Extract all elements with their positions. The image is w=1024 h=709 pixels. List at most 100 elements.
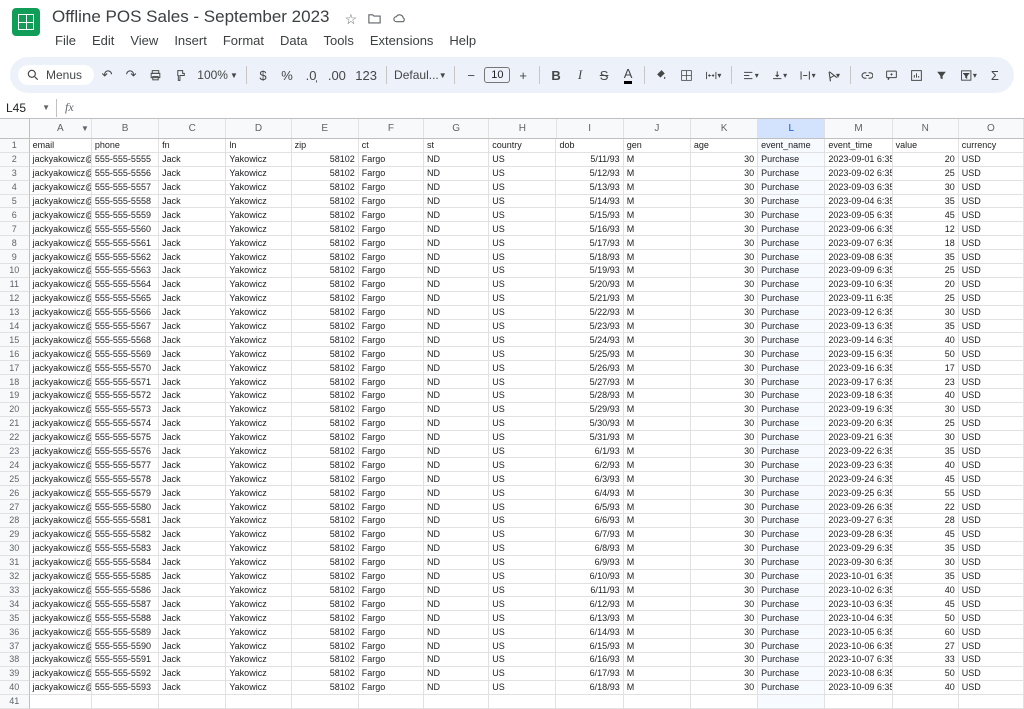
row-header-32[interactable]: 32 bbox=[0, 570, 30, 584]
cell[interactable]: 58102 bbox=[292, 431, 359, 445]
font-family-select[interactable]: Defaul... ▼ bbox=[391, 63, 449, 87]
cell[interactable]: Purchase bbox=[758, 681, 825, 695]
move-folder-icon[interactable] bbox=[367, 11, 382, 28]
cell[interactable]: 2023-09-03 6:35 bbox=[825, 181, 892, 195]
cell[interactable]: jackyakowicz@g bbox=[30, 542, 92, 556]
cell[interactable]: Yakowicz bbox=[226, 222, 291, 236]
cell[interactable]: 58102 bbox=[292, 417, 359, 431]
star-icon[interactable]: ☆ bbox=[345, 11, 358, 28]
col-dropdown-icon[interactable]: ▼ bbox=[81, 124, 89, 133]
row-header-34[interactable]: 34 bbox=[0, 597, 30, 611]
cell[interactable]: 5/31/93 bbox=[556, 431, 623, 445]
cell[interactable]: 58102 bbox=[292, 486, 359, 500]
cell[interactable]: 555-555-5585 bbox=[92, 570, 159, 584]
cell[interactable]: M bbox=[624, 445, 691, 459]
row-header-33[interactable]: 33 bbox=[0, 584, 30, 598]
cell[interactable]: Yakowicz bbox=[226, 625, 291, 639]
cell[interactable]: M bbox=[624, 528, 691, 542]
cell[interactable]: Fargo bbox=[359, 306, 424, 320]
cell[interactable]: Fargo bbox=[359, 514, 424, 528]
cell[interactable]: Jack bbox=[159, 333, 226, 347]
menu-insert[interactable]: Insert bbox=[167, 30, 214, 51]
cell[interactable]: Purchase bbox=[758, 195, 825, 209]
cell[interactable]: Fargo bbox=[359, 445, 424, 459]
cell[interactable]: Purchase bbox=[758, 625, 825, 639]
cell[interactable]: Jack bbox=[159, 500, 226, 514]
cell[interactable]: USD bbox=[959, 597, 1024, 611]
cell[interactable]: US bbox=[489, 208, 556, 222]
cell[interactable]: 555-555-5562 bbox=[92, 250, 159, 264]
cell[interactable]: US bbox=[489, 389, 556, 403]
font-size-increase[interactable]: + bbox=[512, 63, 534, 87]
cell[interactable]: M bbox=[624, 584, 691, 598]
cell[interactable]: Yakowicz bbox=[226, 486, 291, 500]
row-header-18[interactable]: 18 bbox=[0, 375, 30, 389]
cell[interactable]: 60 bbox=[893, 625, 959, 639]
cell[interactable]: 555-555-5583 bbox=[92, 542, 159, 556]
cell[interactable]: 58102 bbox=[292, 375, 359, 389]
cell[interactable]: jackyakowicz@g bbox=[30, 250, 92, 264]
cell[interactable]: 5/19/93 bbox=[556, 264, 623, 278]
cell[interactable]: 555-555-5593 bbox=[92, 681, 159, 695]
cell[interactable]: USD bbox=[959, 153, 1024, 167]
cell[interactable]: 58102 bbox=[292, 542, 359, 556]
name-box[interactable]: L45 ▼ bbox=[0, 99, 57, 117]
cell[interactable]: ND bbox=[424, 320, 489, 334]
cell[interactable]: 5/20/93 bbox=[556, 278, 623, 292]
cell[interactable]: 35 bbox=[893, 542, 959, 556]
insert-comment-button[interactable] bbox=[880, 63, 903, 87]
cell[interactable]: USD bbox=[959, 375, 1024, 389]
cell[interactable]: US bbox=[489, 570, 556, 584]
cell[interactable]: Yakowicz bbox=[226, 458, 291, 472]
cell[interactable]: jackyakowicz@g bbox=[30, 278, 92, 292]
cell[interactable]: 6/8/93 bbox=[556, 542, 623, 556]
cell[interactable]: jackyakowicz@g bbox=[30, 528, 92, 542]
cell[interactable]: Fargo bbox=[359, 597, 424, 611]
cell[interactable]: Fargo bbox=[359, 542, 424, 556]
cell[interactable]: 555-555-5579 bbox=[92, 486, 159, 500]
cell[interactable]: ND bbox=[424, 570, 489, 584]
cell[interactable]: 2023-09-04 6:35 bbox=[825, 195, 892, 209]
cell[interactable]: Yakowicz bbox=[226, 264, 291, 278]
cell[interactable]: ND bbox=[424, 181, 489, 195]
cell[interactable]: 25 bbox=[893, 417, 959, 431]
cell[interactable]: 555-555-5560 bbox=[92, 222, 159, 236]
cell[interactable]: 30 bbox=[691, 584, 758, 598]
cell[interactable]: 2023-10-05 6:35 bbox=[825, 625, 892, 639]
cell[interactable]: Jack bbox=[159, 667, 226, 681]
cell[interactable]: 30 bbox=[691, 208, 758, 222]
cell[interactable]: Fargo bbox=[359, 389, 424, 403]
cell[interactable]: Purchase bbox=[758, 556, 825, 570]
cell[interactable]: Purchase bbox=[758, 653, 825, 667]
header-cell[interactable]: phone bbox=[92, 139, 159, 153]
text-color-button[interactable]: A bbox=[617, 63, 639, 87]
cell[interactable]: US bbox=[489, 347, 556, 361]
cell[interactable] bbox=[424, 695, 489, 709]
cell[interactable]: 30 bbox=[893, 556, 959, 570]
cell[interactable]: 2023-10-06 6:35 bbox=[825, 639, 892, 653]
cell[interactable]: 58102 bbox=[292, 208, 359, 222]
menus-search[interactable]: Menus bbox=[18, 65, 94, 85]
cell[interactable]: 30 bbox=[691, 472, 758, 486]
cell[interactable]: Purchase bbox=[758, 417, 825, 431]
cell[interactable]: 58102 bbox=[292, 167, 359, 181]
cell[interactable]: Purchase bbox=[758, 333, 825, 347]
cell[interactable]: 58102 bbox=[292, 153, 359, 167]
cell[interactable]: Purchase bbox=[758, 639, 825, 653]
cell[interactable]: 555-555-5589 bbox=[92, 625, 159, 639]
cell[interactable] bbox=[556, 695, 623, 709]
redo-button[interactable]: ↷ bbox=[120, 63, 142, 87]
cell[interactable]: 555-555-5578 bbox=[92, 472, 159, 486]
cell[interactable]: 555-555-5570 bbox=[92, 361, 159, 375]
text-rotation-button[interactable]: A▾ bbox=[823, 63, 845, 87]
cell[interactable]: 58102 bbox=[292, 236, 359, 250]
cell[interactable]: USD bbox=[959, 653, 1024, 667]
cell[interactable]: 35 bbox=[893, 195, 959, 209]
cell[interactable]: 30 bbox=[691, 500, 758, 514]
cell[interactable] bbox=[959, 695, 1024, 709]
col-header-A[interactable]: A▼ bbox=[30, 119, 92, 138]
cell[interactable]: 45 bbox=[893, 472, 959, 486]
cell[interactable]: 58102 bbox=[292, 584, 359, 598]
cell[interactable]: Jack bbox=[159, 431, 226, 445]
cell[interactable]: 30 bbox=[691, 431, 758, 445]
